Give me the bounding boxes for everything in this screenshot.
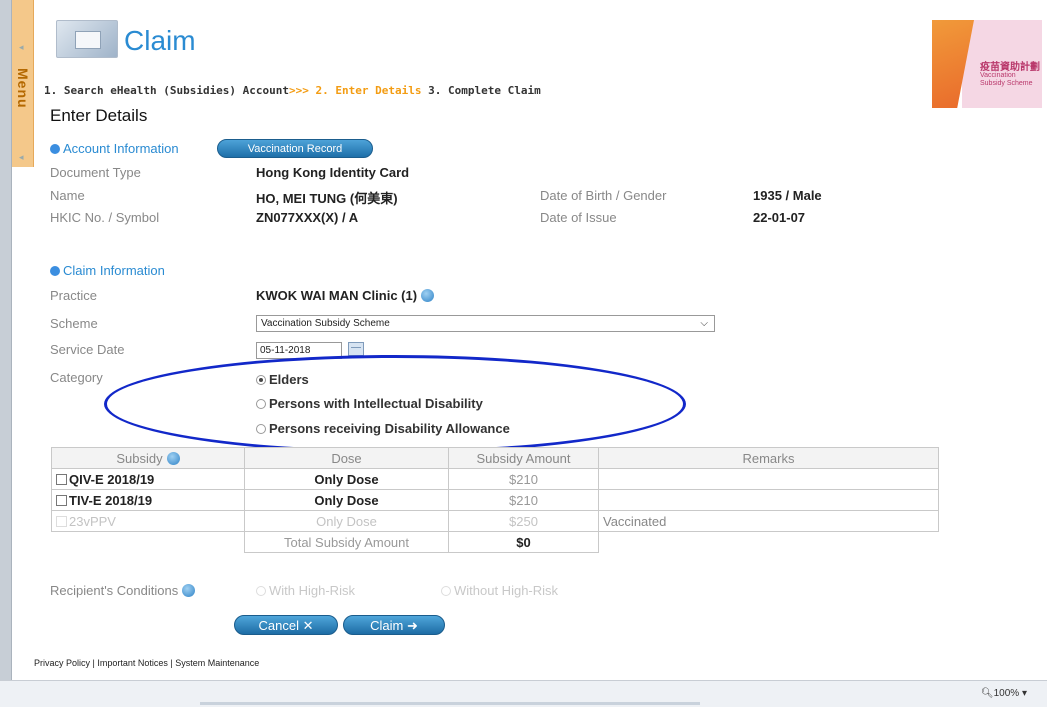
remarks-cell: Vaccinated — [598, 510, 939, 532]
dose-cell: Only Dose — [244, 510, 449, 532]
amount-cell: $210 — [448, 489, 599, 511]
issue-date-label: Date of Issue — [540, 210, 617, 225]
amount-cell: $250 — [448, 510, 599, 532]
table-header-row: Subsidy Dose Subsidy Amount Remarks — [51, 447, 939, 469]
claim-info-section-title: Claim Information — [50, 263, 165, 278]
cancel-button[interactable]: Cancel ✕ — [234, 615, 338, 635]
document-type-value: Hong Kong Identity Card — [256, 165, 410, 180]
name-value: HO, MEI TUNG (何美東) — [256, 191, 398, 206]
dob-value: 1935 / Male — [753, 188, 822, 203]
header-dose: Dose — [244, 447, 449, 469]
zoom-control[interactable]: 🔍︎100% ▾ — [981, 688, 1027, 699]
scheme-brand-logo: 疫苗資助計劃 Vaccination Subsidy Scheme — [932, 20, 1042, 108]
footer-links[interactable]: Privacy Policy | Important Notices | Sys… — [34, 658, 259, 668]
collapse-arrow-icon: ◂ — [19, 42, 24, 52]
horizontal-scrollbar[interactable] — [200, 702, 700, 705]
subsidy-cell[interactable]: QIV-E 2018/19 — [51, 468, 245, 490]
radio-disabled-icon — [441, 586, 451, 596]
name-label: Name — [50, 188, 85, 203]
bullet-icon — [50, 266, 60, 276]
category-label: Category — [50, 370, 103, 385]
scheme-select[interactable]: Vaccination Subsidy Scheme ⌵ — [256, 315, 715, 332]
brand-chinese-text: 疫苗資助計劃 — [980, 62, 1040, 73]
dose-cell: Only Dose — [244, 468, 449, 490]
highlight-ellipse — [104, 355, 686, 453]
hkic-label: HKIC No. / Symbol — [50, 210, 160, 225]
step-2-active: 2. Enter Details — [315, 84, 422, 97]
service-date-label: Service Date — [50, 342, 125, 357]
total-row: Total Subsidy Amount $0 — [52, 531, 939, 553]
radio-disabled-icon — [256, 586, 266, 596]
vaccination-record-button[interactable]: Vaccination Record — [217, 139, 373, 158]
table-row: 23vPPV Only Dose $250 Vaccinated — [51, 510, 939, 532]
claim-button[interactable]: Claim ➜ — [343, 615, 445, 635]
checkbox[interactable] — [56, 473, 67, 485]
hkic-value: ZN077XXX(X) / A — [256, 210, 359, 225]
left-scrollbar[interactable] — [0, 0, 12, 707]
subsidy-cell-disabled: 23vPPV — [51, 510, 245, 532]
table-row: TIV-E 2018/19 Only Dose $210 — [51, 489, 939, 511]
scheme-label: Scheme — [50, 316, 98, 331]
table-row: QIV-E 2018/19 Only Dose $210 — [51, 468, 939, 490]
scheme-selected-value: Vaccination Subsidy Scheme — [261, 318, 390, 329]
checkbox-disabled — [56, 515, 67, 527]
amount-cell: $210 — [448, 468, 599, 490]
issue-date-value: 22-01-07 — [753, 210, 806, 225]
header-subsidy-amount: Subsidy Amount — [448, 447, 599, 469]
expand-arrow-icon: ◂ — [19, 152, 24, 162]
main-content: Claim 疫苗資助計劃 Vaccination Subsidy Scheme … — [34, 0, 1047, 680]
checkbox[interactable] — [56, 494, 67, 506]
practice-label: Practice — [50, 288, 97, 303]
header-subsidy: Subsidy — [51, 447, 245, 469]
remarks-cell — [598, 489, 939, 511]
condition-without-high-risk: Without High-Risk — [441, 583, 558, 598]
arrow-right-icon: ➜ — [406, 618, 418, 633]
close-icon: ✕ — [302, 618, 314, 633]
chevron-down-icon: ⌵ — [700, 318, 708, 329]
zoom-icon: 🔍︎ — [980, 688, 994, 699]
menu-tab[interactable]: ◂ Menu ◂ — [12, 0, 34, 167]
conditions-info-icon[interactable] — [182, 584, 196, 597]
recipient-conditions-label: Recipient's Conditions — [50, 583, 196, 598]
dose-cell: Only Dose — [244, 489, 449, 511]
subsidy-cell[interactable]: TIV-E 2018/19 — [51, 489, 245, 511]
subsidy-table: Subsidy Dose Subsidy Amount Remarks QIV-… — [51, 447, 939, 553]
total-value: $0 — [448, 531, 599, 553]
condition-with-high-risk: With High-Risk — [256, 583, 355, 598]
page-heading: Enter Details — [50, 106, 148, 125]
dob-label: Date of Birth / Gender — [540, 188, 667, 203]
practice-info-icon[interactable] — [421, 289, 435, 302]
account-info-section-title: Account Information — [50, 141, 179, 156]
step-arrows: >>> — [289, 84, 309, 97]
bullet-icon — [50, 144, 60, 154]
menu-label: Menu — [15, 68, 31, 109]
step-1: 1. Search eHealth (Subsidies) Account — [44, 84, 290, 97]
total-label: Total Subsidy Amount — [244, 531, 449, 553]
practice-value: KWOK WAI MAN Clinic (1) — [256, 288, 435, 303]
progress-steps: 1. Search eHealth (Subsidies) Account>>>… — [44, 84, 541, 97]
brand-english-text: Vaccination Subsidy Scheme — [980, 72, 1033, 87]
remarks-cell — [598, 468, 939, 490]
calendar-icon[interactable] — [348, 342, 364, 356]
page-title: Claim — [124, 25, 196, 56]
claim-logo-icon — [56, 20, 118, 58]
step-3: 3. Complete Claim — [428, 84, 541, 97]
header-remarks: Remarks — [598, 447, 939, 469]
document-type-label: Document Type — [50, 165, 141, 180]
subsidy-info-icon[interactable] — [166, 451, 180, 465]
